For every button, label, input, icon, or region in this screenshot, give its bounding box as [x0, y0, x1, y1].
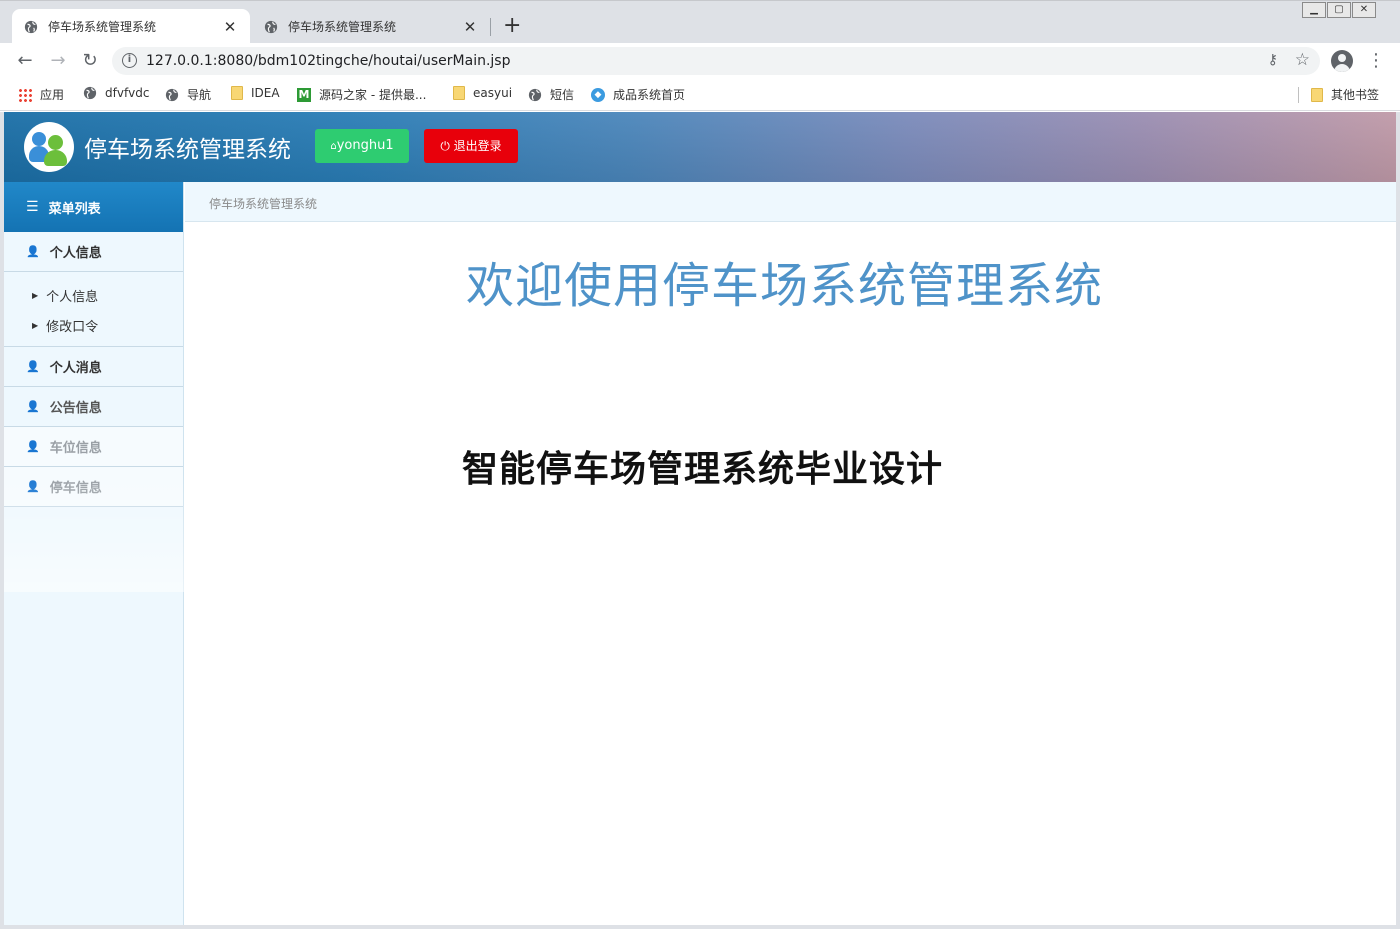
window-border-bottom — [0, 925, 1400, 929]
app-header: 停车场系统管理系统 ⌂yonghu1 ⏻ 退出登录 — [4, 112, 1396, 182]
sidebar-group-label: 个人信息 — [49, 246, 102, 261]
bookmark-apps[interactable]: 应用 — [18, 86, 64, 103]
bookmark-label: 短信 — [550, 88, 575, 102]
sidebar-group-profile[interactable]: 👤 个人信息 — [4, 232, 183, 272]
folder-icon — [453, 86, 465, 100]
globe-icon — [264, 20, 278, 33]
bookmark-label: 应用 — [40, 88, 65, 102]
browser-menu-icon[interactable]: ⋮ — [1367, 50, 1385, 72]
browser-tabstrip: 停车场系统管理系统 ✕ 停车场系统管理系统 ✕ + ▁ ▢ ✕ — [0, 0, 1400, 44]
menu-header-label: 菜单列表 — [48, 201, 101, 217]
sidebar-item-label: 个人信息 — [46, 289, 99, 305]
bookmark-item[interactable]: 短信 — [528, 86, 574, 103]
tab-title: 停车场系统管理系统 — [288, 20, 397, 34]
site-icon: ◆ — [591, 87, 605, 102]
window-border-right — [1396, 112, 1400, 925]
browser-tab-inactive[interactable]: 停车场系统管理系统 ✕ — [252, 9, 490, 44]
close-tab-icon[interactable]: ✕ — [222, 18, 238, 36]
bookmark-item[interactable]: 导航 — [165, 86, 211, 103]
bookmark-star-icon[interactable]: ☆ — [1295, 50, 1310, 70]
globe-icon — [83, 86, 97, 100]
site-info-icon[interactable]: i — [122, 53, 137, 68]
bookmark-label: easyui — [473, 86, 513, 100]
user-icon: 👤 — [26, 245, 40, 258]
browser-tab-active[interactable]: 停车场系统管理系统 ✕ — [12, 9, 250, 44]
main-content: 停车场系统管理系统 欢迎使用停车场系统管理系统 智能停车场管理系统毕业设计 — [185, 182, 1396, 925]
sidebar-group-parking-records[interactable]: 👤 停车信息 — [4, 467, 183, 507]
m-site-icon: M — [297, 87, 311, 102]
globe-icon — [24, 20, 38, 33]
bookmark-item[interactable]: dfvfvdc — [83, 86, 149, 100]
users-logo-icon — [24, 122, 74, 172]
minimize-window-icon[interactable]: ▁ — [1302, 2, 1326, 18]
sidebar-group-label: 公告信息 — [49, 401, 102, 416]
sidebar-group-label: 个人消息 — [49, 361, 102, 376]
bookmark-folder[interactable]: easyui — [453, 86, 512, 100]
sidebar-sublist: ▶ 个人信息 ▶ 修改口令 — [4, 272, 183, 347]
bookmark-label: 成品系统首页 — [613, 88, 686, 102]
forward-arrow-icon[interactable]: → — [47, 50, 69, 72]
close-tab-icon[interactable]: ✕ — [462, 18, 478, 36]
back-arrow-icon[interactable]: ← — [14, 50, 36, 72]
apps-grid-icon — [18, 87, 32, 102]
sidebar-group-label: 车位信息 — [49, 441, 102, 456]
logout-button[interactable]: ⏻ 退出登录 — [424, 129, 518, 163]
breadcrumb: 停车场系统管理系统 — [185, 182, 1396, 222]
watermark-text: 智能停车场管理系统毕业设计 — [462, 449, 944, 490]
sidebar-item-profile-info[interactable]: ▶ 个人信息 — [4, 280, 183, 310]
menu-header: ☰ 菜单列表 — [4, 182, 183, 232]
sidebar-group-messages[interactable]: 👤 个人消息 — [4, 347, 183, 387]
bookmark-folder[interactable]: IDEA — [231, 86, 280, 100]
sidebar-item-label: 修改口令 — [46, 319, 99, 335]
user-icon: 👤 — [26, 440, 40, 453]
sidebar-group-label: 停车信息 — [49, 481, 102, 496]
user-button-label: yonghu1 — [336, 138, 394, 153]
logout-button-label: 退出登录 — [453, 139, 502, 153]
bookmarks-bar: 应用 dfvfvdc 导航 IDEA M 源码之家 - 提供最... easyu… — [0, 79, 1400, 111]
power-icon: ⏻ — [440, 139, 450, 153]
reload-icon[interactable]: ↻ — [79, 50, 101, 72]
other-bookmarks[interactable]: 其他书签 — [1311, 86, 1379, 103]
globe-icon — [165, 88, 179, 101]
user-icon: 👤 — [26, 480, 40, 493]
url-text[interactable]: 127.0.0.1:8080/bdm102tingche/houtai/user… — [146, 53, 511, 69]
bookmark-label: 源码之家 - 提供最... — [319, 88, 427, 102]
tab-separator — [490, 18, 491, 36]
bookmark-item[interactable]: ◆ 成品系统首页 — [591, 86, 685, 103]
user-icon: 👤 — [26, 400, 40, 413]
profile-avatar-icon[interactable] — [1331, 50, 1353, 72]
caret-right-icon: ▶ — [32, 290, 39, 300]
globe-icon — [528, 88, 542, 101]
tab-title: 停车场系统管理系统 — [48, 20, 157, 34]
address-bar[interactable]: i 127.0.0.1:8080/bdm102tingche/houtai/us… — [112, 47, 1320, 75]
maximize-window-icon[interactable]: ▢ — [1327, 2, 1351, 18]
user-icon: 👤 — [26, 360, 40, 373]
bookmark-label: 导航 — [187, 88, 212, 102]
welcome-heading: 欢迎使用停车场系统管理系统 — [465, 258, 1103, 314]
folder-icon — [1311, 87, 1323, 102]
new-tab-icon[interactable]: + — [503, 13, 521, 39]
bookmark-item[interactable]: M 源码之家 - 提供最... — [297, 86, 426, 103]
browser-toolbar: ← → ↻ i 127.0.0.1:8080/bdm102tingche/hou… — [0, 43, 1400, 79]
user-button[interactable]: ⌂yonghu1 — [315, 129, 409, 163]
caret-right-icon: ▶ — [32, 320, 39, 330]
folder-icon — [231, 86, 243, 100]
sidebar: ☰ 菜单列表 👤 个人信息 ▶ 个人信息 ▶ 修改口令 👤 个人消息 👤 公告信… — [4, 182, 184, 925]
bookmark-label: dfvfvdc — [105, 86, 150, 100]
web-page: 停车场系统管理系统 ⌂yonghu1 ⏻ 退出登录 ☰ 菜单列表 👤 个人信息 … — [4, 112, 1396, 925]
bookmark-label: IDEA — [251, 86, 280, 100]
sidebar-group-announcements[interactable]: 👤 公告信息 — [4, 387, 183, 427]
key-icon[interactable]: ⚷ — [1268, 52, 1278, 68]
close-window-icon[interactable]: ✕ — [1352, 2, 1376, 18]
app-title: 停车场系统管理系统 — [84, 137, 291, 163]
sidebar-group-parking-spaces[interactable]: 👤 车位信息 — [4, 427, 183, 467]
bookmark-separator — [1298, 87, 1299, 103]
other-bookmarks-label: 其他书签 — [1331, 88, 1380, 102]
list-icon: ☰ — [26, 199, 39, 215]
sidebar-item-change-password[interactable]: ▶ 修改口令 — [4, 310, 183, 340]
